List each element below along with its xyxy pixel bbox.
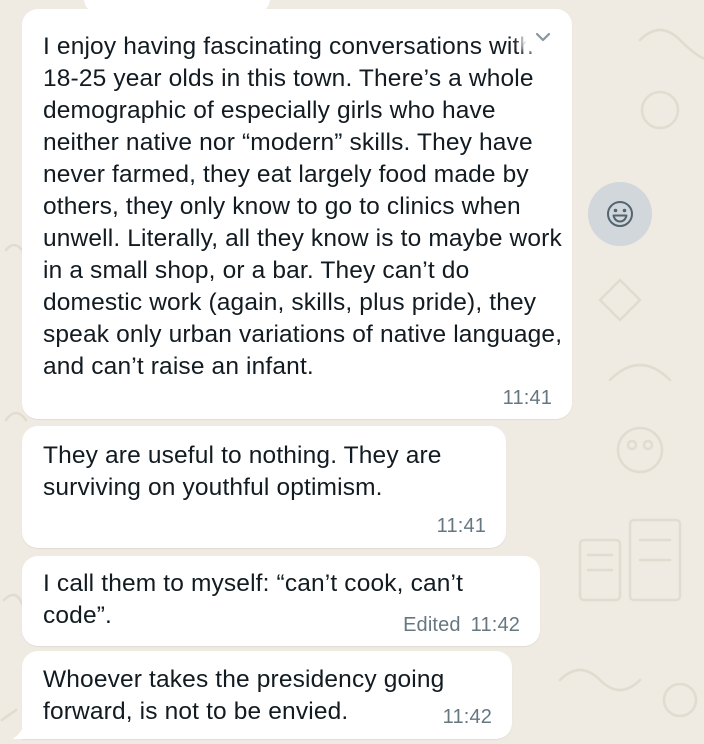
message-time: 11:41	[502, 387, 552, 409]
message-meta: 11:41	[503, 386, 552, 410]
message-time: 11:41	[436, 515, 486, 537]
message-text: Whoever takes the presidency going forwa…	[43, 666, 445, 725]
message-time: 11:42	[442, 706, 492, 728]
chevron-down-icon	[535, 32, 551, 42]
message-time: 11:42	[470, 614, 520, 636]
message-text: They are useful to nothing. They are sur…	[43, 442, 442, 501]
previous-message-edge	[84, 0, 270, 13]
message-bubble-1[interactable]: I enjoy having fascinating conversations…	[22, 0, 572, 419]
bubble-tail	[12, 725, 24, 739]
message-meta: 11:41	[437, 514, 486, 538]
reaction-button[interactable]	[588, 182, 652, 246]
message-meta: Edited 11:42	[403, 613, 520, 637]
message-meta: 11:42	[443, 705, 492, 729]
smiley-face-icon	[607, 201, 633, 227]
message-bubble-3[interactable]: I call them to myself: “can’t cook, can’…	[22, 556, 540, 646]
message-text: I enjoy having fascinating conversations…	[43, 33, 563, 380]
message-menu-button[interactable]	[526, 22, 560, 52]
message-bubble-2[interactable]: They are useful to nothing. They are sur…	[22, 426, 506, 548]
edited-label: Edited	[403, 614, 461, 636]
message-bubble-4[interactable]: Whoever takes the presidency going forwa…	[12, 651, 512, 739]
